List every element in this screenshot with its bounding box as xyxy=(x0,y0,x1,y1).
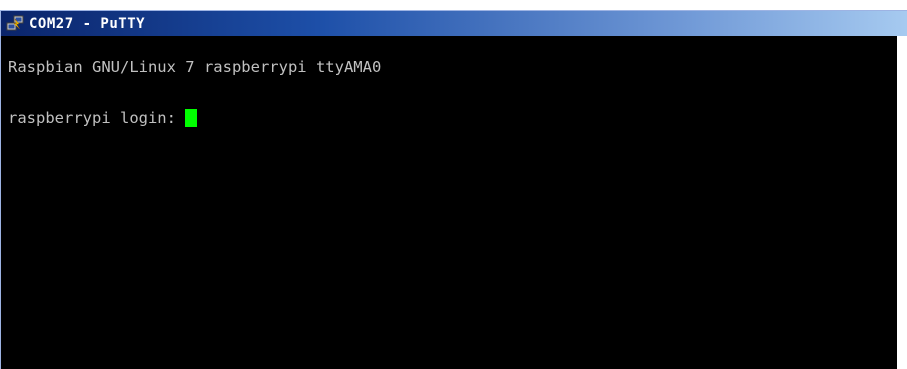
login-prompt: raspberrypi login: xyxy=(8,109,186,127)
terminal-line-banner: Raspbian GNU/Linux 7 raspberrypi ttyAMA0 xyxy=(8,58,382,76)
putty-icon[interactable] xyxy=(6,15,24,33)
terminal-area[interactable] xyxy=(1,36,907,369)
title-bar[interactable]: COM27 - PuTTY xyxy=(1,11,907,36)
terminal-cursor xyxy=(185,109,198,127)
terminal-line-login: raspberrypi login: xyxy=(8,109,198,127)
window-title: COM27 - PuTTY xyxy=(29,15,146,32)
